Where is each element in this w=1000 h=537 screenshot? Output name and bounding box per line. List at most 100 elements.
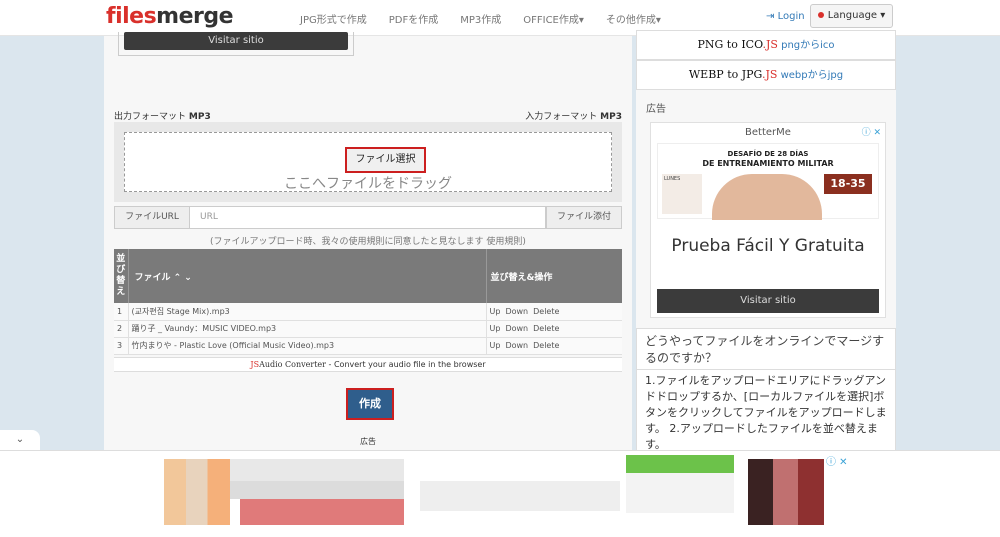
converter-name: Audio Converter xyxy=(259,360,326,369)
drop-hint: ここへファイルをドラッグ xyxy=(284,176,452,192)
url-input[interactable]: URL xyxy=(190,206,546,229)
ad-pixel-image xyxy=(240,499,404,525)
divider xyxy=(637,369,895,370)
tool2-to: to xyxy=(723,68,742,81)
howto-panel: どうやってファイルをオンラインでマージするのですか？ 1.ファイルをアップロード… xyxy=(636,328,896,456)
tool1-to: to xyxy=(723,38,742,51)
row-index: 3 xyxy=(114,337,128,355)
row-index: 2 xyxy=(114,320,128,338)
tool1-target: ICO xyxy=(741,38,763,51)
sort-header: 並び替え xyxy=(114,249,128,303)
up-link[interactable]: Up xyxy=(490,324,501,333)
select-file-button[interactable]: ファイル選択 xyxy=(345,147,426,173)
site-logo[interactable]: filesmerge xyxy=(106,4,234,29)
file-header[interactable]: ファイル ⌃ ⌄ xyxy=(127,249,486,303)
ad-banner-calendar: LUNES xyxy=(662,174,702,214)
delete-link[interactable]: Delete xyxy=(533,341,559,350)
tool1-from: PNG xyxy=(697,38,724,51)
row-file-name: 踊り子 _ Vaundy：MUSIC VIDEO.mp3 xyxy=(127,320,486,338)
language-button[interactable]: Language ▾ xyxy=(810,4,893,28)
output-format-value: MP3 xyxy=(188,112,211,122)
attach-file-button[interactable]: ファイル添付 xyxy=(546,206,622,229)
login-icon: ⇥ xyxy=(766,11,775,22)
sidebar-ad-label: 広告 xyxy=(646,104,666,115)
down-link[interactable]: Down xyxy=(505,341,528,350)
ops-header: 並び替え&操作 xyxy=(485,249,622,303)
ad-headline: Prueba Fácil Y Gratuita xyxy=(671,236,865,256)
ad-banner-line1: DESAFÍO DE 28 DÍAS xyxy=(727,150,809,158)
row-ops: Up Down Delete xyxy=(485,320,622,338)
ad-close-icon[interactable]: ⓘ ✕ xyxy=(826,453,848,468)
file-table: 並び替え ファイル ⌃ ⌄ 並び替え&操作 1 (교자편집 Stage Mix)… xyxy=(114,249,622,355)
tool-link-webp-jpg[interactable]: WEBP to JPG.JS webpからjpg xyxy=(636,60,896,90)
table-row: 3 竹内まりや - Plastic Love (Official Music V… xyxy=(114,337,622,355)
ad-banner-day: LUNES xyxy=(664,176,681,182)
up-link[interactable]: Up xyxy=(490,341,501,350)
upload-area: ファイル選択 ここへファイルをドラッグ xyxy=(114,122,622,202)
tool2-from: WEBP xyxy=(688,68,724,81)
tool-link-png-ico[interactable]: PNG to ICO.JS pngからico xyxy=(636,30,896,60)
ad-pixel-image xyxy=(230,459,404,481)
sort-header-label: 並び替え xyxy=(116,254,126,297)
drop-zone[interactable]: ファイル選択 ここへファイルをドラッグ xyxy=(124,132,612,192)
ad-pixel-image xyxy=(748,459,824,525)
ad-banner-line2: DE ENTRENAMIENTO MILITAR xyxy=(702,159,834,168)
output-format: 出力フォーマット MP3 xyxy=(114,109,211,122)
input-format-value: MP3 xyxy=(600,112,622,122)
main-ad-label: 広告 xyxy=(360,437,376,446)
main-column: Visitar sitio 出力フォーマット MP3 入力フォーマット MP3 … xyxy=(104,32,632,456)
row-ops: Up Down Delete xyxy=(485,303,622,321)
flag-icon xyxy=(817,12,824,18)
howto-body: 1.ファイルをアップロードエリアにドラッグアンドドロップするか、[ローカルファイ… xyxy=(645,374,887,451)
converter-js-text: JS xyxy=(250,360,260,369)
down-link[interactable]: Down xyxy=(505,324,528,333)
nav-link-jpg[interactable]: JPG形式で作成 xyxy=(300,11,367,26)
chevron-down-icon: ⌄ xyxy=(15,434,25,445)
url-row: ファイルURL URL ファイル添付 xyxy=(114,206,622,229)
ad-pixel-image xyxy=(420,481,620,511)
collapse-ad-button[interactable]: ⌄ xyxy=(0,430,40,450)
delete-link[interactable]: Delete xyxy=(533,307,559,316)
nav-link-office[interactable]: OFFICE作成▾ xyxy=(523,11,584,26)
nav-link-mp3[interactable]: MP3作成 xyxy=(460,11,501,26)
audio-converter-promo[interactable]: JSAudio Converter - Convert your audio f… xyxy=(114,357,622,372)
up-link[interactable]: Up xyxy=(490,307,501,316)
ad-banner-image: DESAFÍO DE 28 DÍAS DE ENTRENAMIENTO MILI… xyxy=(657,143,879,220)
nav-link-other[interactable]: その他作成▾ xyxy=(606,11,661,26)
ad-banner-figure xyxy=(712,174,822,220)
ad-brand: BetterMe xyxy=(745,127,791,138)
row-index: 1 xyxy=(114,303,128,321)
language-label: Language ▾ xyxy=(827,10,886,21)
tool2-target: JPG xyxy=(741,68,762,81)
bottom-ad-banner[interactable]: ⓘ ✕ xyxy=(0,450,1000,537)
converter-tagline: - Convert your audio file in the browser xyxy=(325,360,486,369)
tool1-ja: pngからico xyxy=(777,40,835,51)
login-link[interactable]: ⇥ Login xyxy=(766,11,805,22)
terms-notice: (ファイルアップロード時、我々の使用規則に同意したと見なします 使用規則) xyxy=(210,237,526,247)
delete-link[interactable]: Delete xyxy=(533,324,559,333)
input-format: 入力フォーマット MP3 xyxy=(525,109,622,122)
row-file-name: (교자편집 Stage Mix).mp3 xyxy=(127,303,486,321)
ad-pixel-image xyxy=(626,455,734,473)
ad-choices-icon[interactable]: ⓘ ✕ xyxy=(862,125,881,138)
sidebar-ad[interactable]: BetterMe ⓘ ✕ DESAFÍO DE 28 DÍAS DE ENTRE… xyxy=(650,122,886,318)
sidebar: PNG to ICO.JS pngからico WEBP to JPG.JS we… xyxy=(636,30,896,456)
nav-links: JPG形式で作成 PDFを作成 MP3作成 OFFICE作成▾ その他作成▾ xyxy=(300,0,683,36)
file-url-label: ファイルURL xyxy=(114,206,190,229)
create-button[interactable]: 作成 xyxy=(346,388,394,420)
top-ad-visit-button[interactable]: Visitar sitio xyxy=(124,32,348,50)
howto-title: どうやってファイルをオンラインでマージするのですか？ xyxy=(645,334,885,365)
logo-files-text: files xyxy=(106,4,157,29)
down-link[interactable]: Down xyxy=(505,307,528,316)
row-ops: Up Down Delete xyxy=(485,337,622,355)
ad-pixel-image xyxy=(164,459,230,525)
tool2-ja: webpからjpg xyxy=(777,70,844,81)
table-header: 並び替え ファイル ⌃ ⌄ 並び替え&操作 xyxy=(114,249,622,303)
ad-pixel-image xyxy=(626,473,734,513)
output-format-label: 出力フォーマット xyxy=(114,112,187,122)
ad-visit-button[interactable]: Visitar sitio xyxy=(657,289,879,313)
nav-link-pdf[interactable]: PDFを作成 xyxy=(389,11,438,26)
ad-pixel-image xyxy=(230,481,404,499)
table-row: 1 (교자편집 Stage Mix).mp3 Up Down Delete xyxy=(114,303,622,321)
row-file-name: 竹内まりや - Plastic Love (Official Music Vid… xyxy=(127,337,486,355)
